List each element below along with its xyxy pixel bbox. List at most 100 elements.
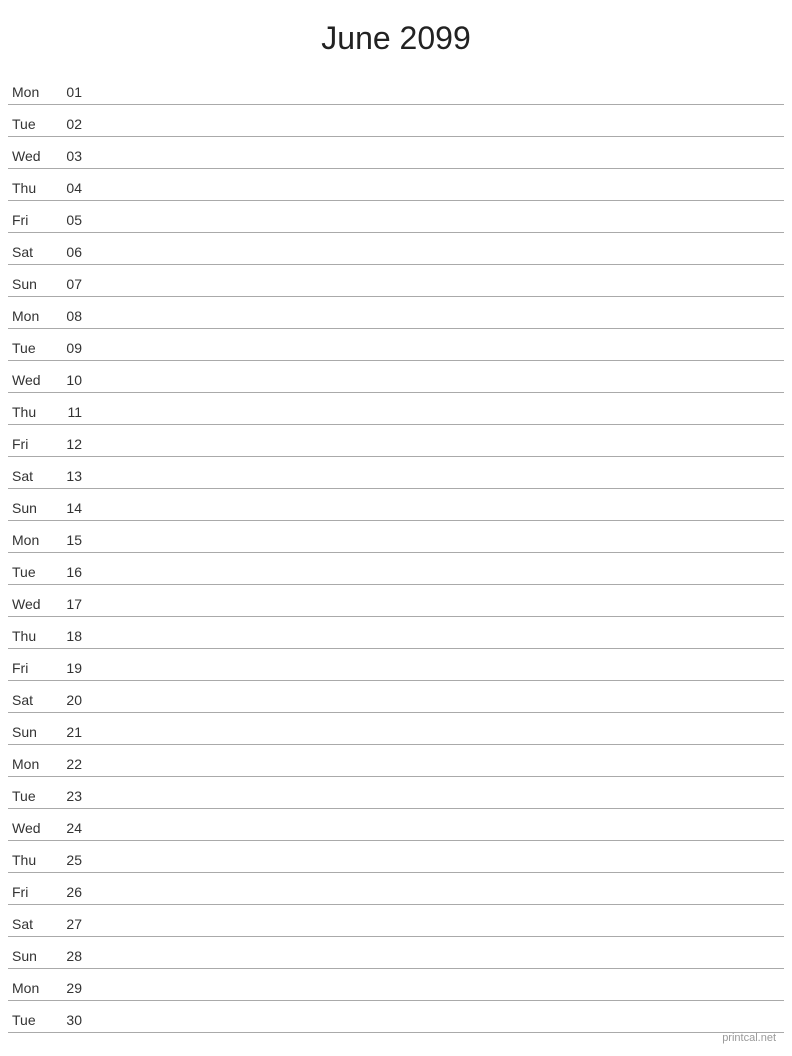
day-line bbox=[82, 677, 784, 678]
day-row: Mon22 bbox=[8, 745, 784, 777]
day-number: 24 bbox=[52, 820, 82, 838]
day-number: 15 bbox=[52, 532, 82, 550]
day-name: Thu bbox=[8, 180, 52, 198]
day-row: Tue02 bbox=[8, 105, 784, 137]
day-row: Sat13 bbox=[8, 457, 784, 489]
day-name: Mon bbox=[8, 980, 52, 998]
day-name: Wed bbox=[8, 372, 52, 390]
day-number: 22 bbox=[52, 756, 82, 774]
day-line bbox=[82, 165, 784, 166]
day-number: 01 bbox=[52, 84, 82, 102]
day-number: 28 bbox=[52, 948, 82, 966]
day-number: 23 bbox=[52, 788, 82, 806]
day-name: Fri bbox=[8, 884, 52, 902]
day-line bbox=[82, 581, 784, 582]
day-name: Wed bbox=[8, 596, 52, 614]
day-line bbox=[82, 645, 784, 646]
watermark: printcal.net bbox=[722, 1032, 776, 1044]
day-row: Thu04 bbox=[8, 169, 784, 201]
day-name: Tue bbox=[8, 116, 52, 134]
day-name: Thu bbox=[8, 628, 52, 646]
day-line bbox=[82, 869, 784, 870]
day-line bbox=[82, 133, 784, 134]
day-name: Wed bbox=[8, 820, 52, 838]
day-number: 21 bbox=[52, 724, 82, 742]
day-number: 04 bbox=[52, 180, 82, 198]
day-number: 14 bbox=[52, 500, 82, 518]
day-row: Wed17 bbox=[8, 585, 784, 617]
day-number: 25 bbox=[52, 852, 82, 870]
day-row: Tue09 bbox=[8, 329, 784, 361]
day-line bbox=[82, 485, 784, 486]
day-line bbox=[82, 709, 784, 710]
day-row: Thu18 bbox=[8, 617, 784, 649]
day-name: Tue bbox=[8, 788, 52, 806]
day-number: 02 bbox=[52, 116, 82, 134]
day-number: 18 bbox=[52, 628, 82, 646]
day-number: 07 bbox=[52, 276, 82, 294]
day-row: Wed24 bbox=[8, 809, 784, 841]
day-row: Fri26 bbox=[8, 873, 784, 905]
day-row: Tue30 bbox=[8, 1001, 784, 1033]
day-name: Tue bbox=[8, 1012, 52, 1030]
day-number: 12 bbox=[52, 436, 82, 454]
day-line bbox=[82, 293, 784, 294]
day-line bbox=[82, 805, 784, 806]
day-row: Fri05 bbox=[8, 201, 784, 233]
day-row: Mon01 bbox=[8, 73, 784, 105]
day-row: Wed10 bbox=[8, 361, 784, 393]
day-number: 16 bbox=[52, 564, 82, 582]
day-line bbox=[82, 197, 784, 198]
day-number: 08 bbox=[52, 308, 82, 326]
day-name: Tue bbox=[8, 340, 52, 358]
day-number: 05 bbox=[52, 212, 82, 230]
day-line bbox=[82, 325, 784, 326]
day-name: Fri bbox=[8, 212, 52, 230]
day-number: 06 bbox=[52, 244, 82, 262]
day-name: Mon bbox=[8, 84, 52, 102]
calendar-grid: Mon01Tue02Wed03Thu04Fri05Sat06Sun07Mon08… bbox=[0, 73, 792, 1033]
day-number: 03 bbox=[52, 148, 82, 166]
day-row: Tue23 bbox=[8, 777, 784, 809]
day-line bbox=[82, 837, 784, 838]
day-line bbox=[82, 421, 784, 422]
day-number: 19 bbox=[52, 660, 82, 678]
day-number: 17 bbox=[52, 596, 82, 614]
day-name: Mon bbox=[8, 308, 52, 326]
day-number: 30 bbox=[52, 1012, 82, 1030]
day-name: Fri bbox=[8, 660, 52, 678]
day-name: Sat bbox=[8, 916, 52, 934]
day-name: Thu bbox=[8, 404, 52, 422]
day-number: 20 bbox=[52, 692, 82, 710]
day-name: Sat bbox=[8, 468, 52, 486]
day-row: Sun28 bbox=[8, 937, 784, 969]
day-name: Wed bbox=[8, 148, 52, 166]
day-row: Sun21 bbox=[8, 713, 784, 745]
day-row: Thu25 bbox=[8, 841, 784, 873]
day-line bbox=[82, 965, 784, 966]
day-line bbox=[82, 389, 784, 390]
day-line bbox=[82, 997, 784, 998]
day-row: Sat27 bbox=[8, 905, 784, 937]
day-line bbox=[82, 901, 784, 902]
day-line bbox=[82, 1029, 784, 1030]
day-line bbox=[82, 773, 784, 774]
day-number: 26 bbox=[52, 884, 82, 902]
day-row: Sat06 bbox=[8, 233, 784, 265]
day-name: Sun bbox=[8, 500, 52, 518]
day-number: 27 bbox=[52, 916, 82, 934]
day-name: Sun bbox=[8, 276, 52, 294]
day-row: Sat20 bbox=[8, 681, 784, 713]
day-line bbox=[82, 517, 784, 518]
day-line bbox=[82, 101, 784, 102]
day-row: Fri12 bbox=[8, 425, 784, 457]
day-row: Thu11 bbox=[8, 393, 784, 425]
day-name: Thu bbox=[8, 852, 52, 870]
day-row: Fri19 bbox=[8, 649, 784, 681]
day-line bbox=[82, 613, 784, 614]
day-line bbox=[82, 933, 784, 934]
day-row: Sun07 bbox=[8, 265, 784, 297]
day-line bbox=[82, 453, 784, 454]
page-title: June 2099 bbox=[0, 0, 792, 73]
day-line bbox=[82, 549, 784, 550]
